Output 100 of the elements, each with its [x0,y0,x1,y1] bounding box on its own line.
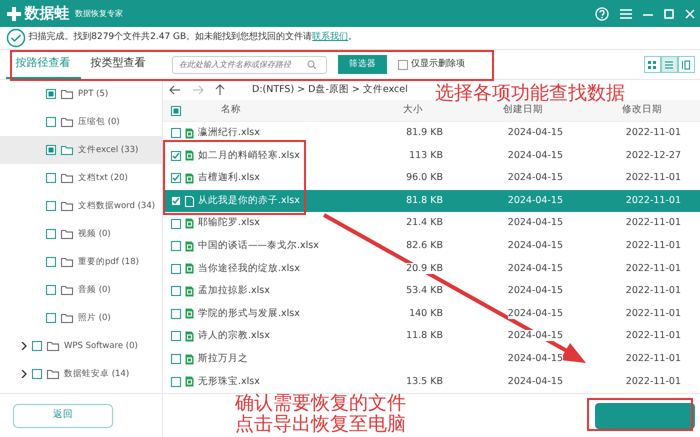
tree-label: 文档txt (20) [78,172,128,184]
checkbox[interactable] [46,285,56,295]
menu-icon[interactable] [620,8,632,18]
tab[interactable]: 按类型查看 [80,48,156,79]
checkbox[interactable] [46,313,56,323]
tree-item[interactable]: 压缩包 (0) [0,108,162,136]
folder-icon [61,117,73,127]
checkbox[interactable] [32,341,42,351]
spreadsheet-file-icon [185,128,194,139]
checkbox[interactable] [171,354,181,364]
file-size: 20.9 KB [406,262,443,274]
checkbox[interactable] [46,117,56,127]
tree-item[interactable]: 视频 (0) [0,220,162,248]
file-row[interactable]: 中国的谈话——泰戈尔.xlsx 82.6 KB 2024-04-15 2022-11-01 [163,234,700,258]
annotation-text: 点击导出恢复至电脑 [235,415,406,434]
checkbox[interactable] [46,201,56,211]
checkbox[interactable] [46,89,56,99]
checkbox[interactable] [171,128,181,138]
export-button[interactable] [594,402,694,428]
back-button[interactable]: 返回 [13,404,113,428]
file-row[interactable]: 当你途径我的绽放.xlsx 20.9 KB 2024-04-15 2022-11-01 [163,257,700,280]
up-arrow-icon[interactable] [214,84,224,96]
close-icon[interactable] [684,8,694,18]
list-view-button[interactable] [660,56,678,73]
tree-label: 数据蛙安卓 (14) [64,368,130,380]
app-name: 数据蛙 [24,3,70,24]
file-size: 96.0 KB [406,172,443,184]
tree-item[interactable]: 数据蛙安卓 (14) [0,360,162,388]
tree-item[interactable]: 文件excel (33) [0,136,162,164]
file-name: 耶输陀罗.xlsx [198,216,260,230]
spreadsheet-file-icon [185,263,194,274]
file-name: 孟加拉掠影.xlsx [198,284,270,298]
checkbox[interactable] [171,286,181,296]
tab[interactable]: 按路径查看 [6,48,80,79]
file-size: 13.5 KB [406,376,443,387]
checkbox[interactable] [46,257,56,267]
checkbox[interactable] [171,106,181,116]
checkbox[interactable] [46,229,56,239]
chevron-right-icon[interactable] [20,370,27,378]
tree-label: 音频 (0) [78,284,111,296]
tree-label: 文档数据word (34) [78,200,156,212]
checkbox[interactable] [171,173,181,184]
columns-view-button[interactable] [678,56,694,73]
checkbox[interactable] [398,60,408,70]
checkbox[interactable] [171,150,181,161]
created-date: 2024-04-15 [508,330,563,342]
file-row[interactable]: 耶输陀罗.xlsx 21.4 KB 2024-04-15 2022-11-01 [163,212,700,235]
tree-item[interactable]: 音频 (0) [0,276,162,304]
file-size: 82.6 KB [406,240,443,252]
folder-icon [61,173,73,183]
filter-button[interactable]: 筛选器 [338,55,387,74]
checkbox[interactable] [46,145,56,155]
search-field[interactable]: 在此处输入文件名称或保存路径 [172,56,327,74]
tree-item[interactable]: PPT (5) [0,80,162,108]
file-row[interactable]: 瀛洲纪行.xlsx 81.9 KB 2024-04-15 2022-11-01 [163,122,700,145]
check-circle-icon [6,28,26,48]
checkbox[interactable] [171,331,181,342]
tree-item[interactable]: WPS Software (0) [0,332,162,360]
grid-view-button[interactable] [644,56,660,73]
checkbox[interactable] [171,196,181,206]
breadcrumb-path: D:(NTFS) > D盘-原图 > 文件excel [252,82,408,97]
checkbox[interactable] [46,173,56,183]
file-row[interactable]: 如二月的料峭轻寒.xlsx 113 KB 2024-04-15 2022-12-27 [163,144,700,168]
checkbox[interactable] [171,376,181,387]
file-row[interactable]: 无形珠宝.xlsx 13.5 KB 2024-04-15 2022-11-01 [163,370,700,393]
modified-date: 2022-11-01 [626,330,681,342]
column-header: 创建日期 [503,104,543,116]
help-icon[interactable] [594,6,608,20]
tree-item[interactable]: 照片 (0) [0,304,162,332]
tree-label: PPT (5) [78,88,108,100]
checkbox[interactable] [171,218,181,229]
file-row[interactable]: 学院的形式与发展.xlsx 140 KB 2024-04-15 2022-11-01 [163,302,700,326]
tree-label: 压缩包 (0) [78,116,120,128]
tree-item[interactable]: 重要的pdf (18) [0,248,162,276]
file-row[interactable]: 吉檀迦利.xlsx 96.0 KB 2024-04-15 2022-11-01 [163,167,700,190]
checkbox[interactable] [171,241,181,252]
checkbox[interactable] [32,369,42,379]
file-name: 中国的谈话——泰戈尔.xlsx [198,239,319,254]
checkbox[interactable] [171,264,181,274]
file-row[interactable]: 从此我是你的赤子.xlsx 81.8 KB 2024-04-15 2022-11-01 [163,190,700,212]
spreadsheet-file-icon [185,354,194,365]
modified-date: 2022-11-01 [626,308,681,319]
checkbox[interactable] [171,308,181,319]
tree-label: 视频 (0) [78,228,111,240]
forward-arrow-icon[interactable] [192,85,204,95]
file-row[interactable]: 斯拉万月之 2024-04-15 2022-11-01 [163,348,700,370]
maximize-icon[interactable] [664,8,674,18]
tree-item[interactable]: 文档txt (20) [0,164,162,192]
chevron-right-icon[interactable] [20,342,27,350]
file-row[interactable]: 诗人的宗教.xlsx 11.8 KB 2024-04-15 2022-11-01 [163,325,700,348]
contact-link[interactable]: 联系我们 [312,32,348,42]
tree-item[interactable]: 文档数据word (34) [0,192,162,220]
file-name: 如二月的料峭轻寒.xlsx [198,148,300,163]
annotation-text: 选择各项功能查找数据 [435,84,625,103]
column-header: 名称 [221,103,241,118]
back-arrow-icon[interactable] [168,85,180,95]
folder-icon [47,369,59,379]
file-size: 11.8 KB [406,330,443,342]
file-row[interactable]: 孟加拉掠影.xlsx 53.4 KB 2024-04-15 2022-11-01 [163,280,700,303]
file-name: 斯拉万月之 [198,352,248,366]
